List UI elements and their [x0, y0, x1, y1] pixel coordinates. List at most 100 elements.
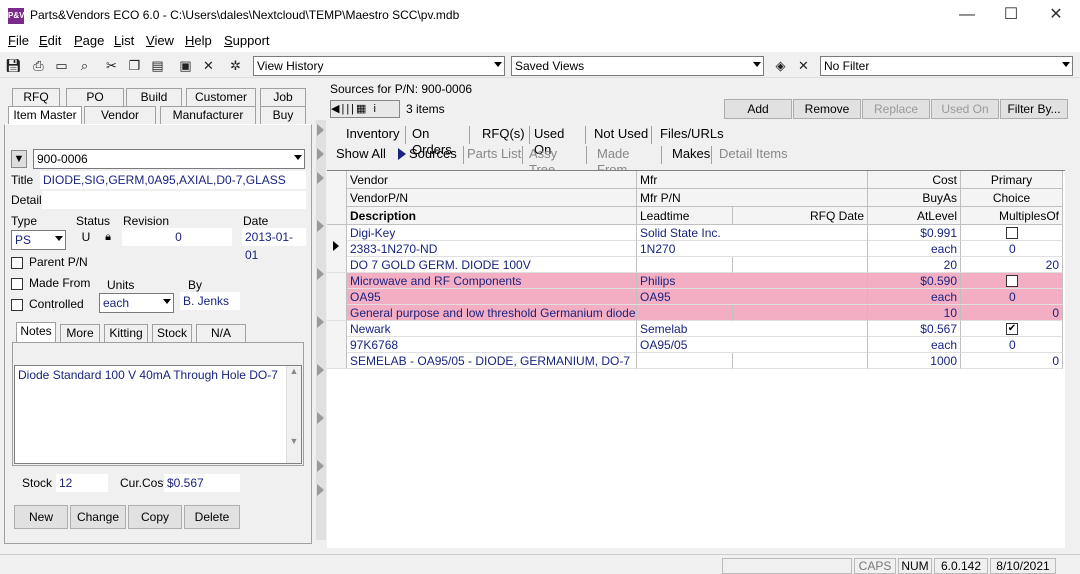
tab-item-master[interactable]: Item Master: [8, 106, 82, 124]
col-description[interactable]: Description: [347, 207, 637, 225]
close-button[interactable]: ✕: [1033, 0, 1079, 30]
table-cell[interactable]: 2383-1N270-ND: [347, 241, 637, 257]
tab-job[interactable]: Job: [260, 88, 306, 106]
type-select[interactable]: PS: [11, 230, 66, 250]
table-cell[interactable]: OA95: [347, 289, 637, 305]
tab-rfq[interactable]: RFQ: [12, 88, 60, 106]
tab-show-all[interactable]: Show All: [336, 146, 396, 164]
menu-list[interactable]: List: [114, 33, 134, 48]
row-selector[interactable]: [327, 225, 347, 273]
print-preview-icon[interactable]: ▭: [52, 56, 71, 75]
detail-field[interactable]: [42, 191, 306, 209]
table-cell[interactable]: General purpose and low threshold German…: [347, 305, 637, 321]
tab-not-used[interactable]: Not Used: [594, 126, 652, 144]
title-field[interactable]: DIODE,SIG,GERM,0A95,AXIAL,D0-7,GLASS: [40, 171, 306, 189]
col-cost[interactable]: Cost: [868, 171, 961, 189]
eraser-icon[interactable]: ◈: [771, 56, 790, 75]
table-cell[interactable]: $0.590: [868, 273, 961, 289]
save-icon[interactable]: 💾︎: [4, 56, 23, 75]
primary-checkbox[interactable]: ✔: [1006, 323, 1018, 335]
part-number-select[interactable]: 900-0006: [33, 149, 305, 169]
used-on-button[interactable]: Used On: [931, 99, 999, 119]
tab-detail-items[interactable]: Detail Items: [719, 146, 789, 164]
row-selector[interactable]: [327, 321, 347, 369]
copy-button[interactable]: Copy: [128, 505, 182, 529]
table-cell[interactable]: 10: [868, 305, 961, 321]
menu-help[interactable]: Help: [185, 33, 212, 48]
table-cell[interactable]: SEMELAB - OA95/05 - DIODE, GERMANIUM, DO…: [347, 353, 637, 369]
col-vendor[interactable]: Vendor: [347, 171, 637, 189]
table-cell[interactable]: $0.991: [868, 225, 961, 241]
table-cell[interactable]: [637, 257, 733, 273]
table-cell[interactable]: $0.567: [868, 321, 961, 337]
table-cell[interactable]: [637, 353, 733, 369]
controlled-checkbox[interactable]: [11, 299, 23, 311]
tab-made-from[interactable]: Made From: [597, 146, 662, 177]
col-leadtime[interactable]: Leadtime: [637, 207, 733, 225]
tab-on-orders[interactable]: On Orders: [412, 126, 470, 157]
maximize-button[interactable]: ☐: [988, 0, 1034, 30]
primary-checkbox[interactable]: [1006, 275, 1018, 287]
filter-icon[interactable]: ▼: [11, 150, 27, 168]
tab-more[interactable]: More: [60, 324, 100, 342]
tab-assy-tree[interactable]: Assy Tree: [529, 146, 587, 177]
col-choice[interactable]: Choice: [961, 189, 1063, 207]
made-from-checkbox[interactable]: [11, 278, 23, 290]
tab-notes[interactable]: Notes: [16, 322, 56, 342]
add-button[interactable]: Add: [724, 99, 792, 119]
menu-support[interactable]: Support: [224, 33, 270, 48]
table-cell[interactable]: 20: [868, 257, 961, 273]
col-vendor-pn[interactable]: VendorP/N: [347, 189, 637, 207]
table-cell[interactable]: [733, 257, 868, 273]
col-multiplesof[interactable]: MultiplesOf: [961, 207, 1063, 225]
table-cell[interactable]: Digi-Key: [347, 225, 637, 241]
stock-field[interactable]: 12: [56, 474, 108, 492]
tab-makes[interactable]: Makes: [672, 146, 712, 164]
col-mfr-pn[interactable]: Mfr P/N: [637, 189, 868, 207]
new-button[interactable]: New: [14, 505, 68, 529]
menu-file[interactable]: File: [8, 33, 29, 48]
by-field[interactable]: B. Jenks: [180, 292, 240, 310]
table-cell[interactable]: Microwave and RF Components: [347, 273, 637, 289]
minimize-button[interactable]: —: [944, 0, 990, 30]
print-icon[interactable]: ⎙: [29, 56, 48, 75]
col-buyas[interactable]: BuyAs: [868, 189, 961, 207]
table-cell[interactable]: [637, 305, 733, 321]
col-primary[interactable]: Primary: [961, 171, 1063, 189]
table-cell[interactable]: 0: [961, 353, 1063, 369]
tab-rfqs[interactable]: RFQ(s): [482, 126, 530, 144]
replace-button[interactable]: Replace: [862, 99, 930, 119]
tab-inventory[interactable]: Inventory: [346, 126, 406, 144]
parent-pn-checkbox[interactable]: [11, 257, 23, 269]
table-cell[interactable]: [733, 353, 868, 369]
filter-by-button[interactable]: Filter By...: [1000, 99, 1068, 119]
table-cell[interactable]: DO 7 GOLD GERM. DIODE 100V: [347, 257, 637, 273]
table-cell[interactable]: Solid State Inc.: [637, 225, 868, 241]
tab-customer[interactable]: Customer: [186, 88, 256, 106]
paste-icon[interactable]: ▤: [148, 56, 167, 75]
tab-kitting[interactable]: Kitting: [104, 324, 148, 342]
delete-icon[interactable]: ✕: [199, 56, 218, 75]
notes-textarea[interactable]: Diode Standard 100 V 40mA Through Hole D…: [14, 365, 302, 464]
table-cell[interactable]: 0: [961, 241, 1063, 257]
menu-view[interactable]: View: [146, 33, 174, 48]
col-mfr[interactable]: Mfr: [637, 171, 868, 189]
lock-icon[interactable]: 🔒︎: [100, 229, 116, 245]
tab-po[interactable]: PO: [66, 88, 124, 106]
notes-scrollbar[interactable]: ▲ ▼: [286, 366, 301, 463]
new-window-icon[interactable]: ▣: [176, 56, 195, 75]
tab-buy[interactable]: Buy: [260, 106, 306, 124]
table-cell[interactable]: 1000: [868, 353, 961, 369]
remove-button[interactable]: Remove: [793, 99, 861, 119]
tab-stock[interactable]: Stock: [152, 324, 192, 342]
menu-page[interactable]: Page: [74, 33, 104, 48]
date-field[interactable]: 2013-01-01: [242, 228, 306, 262]
tab-na[interactable]: N/A: [196, 324, 246, 342]
settings-icon[interactable]: ✲: [226, 56, 245, 75]
clear-filter-icon[interactable]: ✕: [794, 56, 813, 75]
view-history-select[interactable]: View History: [253, 56, 505, 76]
tab-build[interactable]: Build: [126, 88, 182, 106]
table-cell[interactable]: each: [868, 289, 961, 305]
table-cell[interactable]: Philips: [637, 273, 868, 289]
change-button[interactable]: Change: [70, 505, 126, 529]
